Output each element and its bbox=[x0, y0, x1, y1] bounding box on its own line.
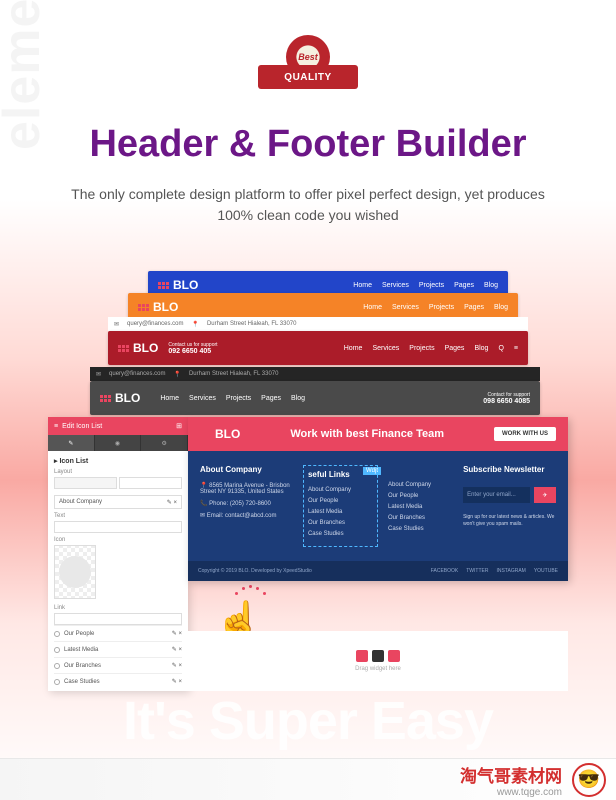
site-name: 淘气哥素材网 bbox=[460, 762, 562, 787]
drag-widget-area[interactable]: Drag widget here bbox=[188, 631, 568, 691]
footer-top-banner: BLO Work with best Finance Team WORK WIT… bbox=[188, 417, 568, 451]
work-with-us-button[interactable]: WORK WITH US bbox=[494, 427, 556, 441]
banner-text: Work with best Finance Team bbox=[290, 428, 444, 440]
add-widget-icon[interactable] bbox=[388, 650, 400, 662]
page-subtitle: The only complete design platform to off… bbox=[0, 184, 616, 226]
tab-content[interactable]: ✎ bbox=[48, 435, 95, 451]
header-preview-dark: BLO HomeServicesProjectsPagesBlog Contac… bbox=[90, 381, 540, 415]
layout-label: Layout bbox=[54, 469, 182, 475]
quality-badge: Best QUALITY bbox=[263, 35, 353, 105]
site-url: www.tqge.com bbox=[497, 787, 562, 798]
editor-tabs: ✎ ◉ ⚙ bbox=[48, 435, 188, 451]
footer-col-subscribe: Subscribe Newsletter Enter your email...… bbox=[463, 465, 556, 547]
footer-col-links2: About Company Our People Latest Media Ou… bbox=[388, 465, 453, 547]
badge-ribbon-text: QUALITY bbox=[258, 65, 358, 89]
list-item[interactable]: Latest Media✎ × bbox=[54, 641, 182, 657]
nav-blue: HomeServicesProjectsPagesBlog bbox=[353, 282, 498, 289]
add-template-icon[interactable] bbox=[372, 650, 384, 662]
drag-label: Drag widget here bbox=[355, 666, 401, 672]
add-section-icon[interactable] bbox=[356, 650, 368, 662]
footer-bottom: Copyright © 2019 BLO. Developed by Xpeed… bbox=[188, 561, 568, 581]
list-item[interactable]: Our Branches✎ × bbox=[54, 657, 182, 673]
subscribe-button[interactable]: ✈ bbox=[534, 487, 556, 503]
item-select[interactable]: About Company✎ × bbox=[54, 495, 182, 509]
footer-preview: BLO Work with best Finance Team WORK WIT… bbox=[188, 417, 568, 581]
nav-dark: HomeServicesProjectsPagesBlog bbox=[160, 395, 305, 402]
logo-dark: BLO bbox=[100, 391, 140, 405]
email-input[interactable]: Enter your email... bbox=[463, 487, 530, 503]
site-attribution-bar: 淘气哥素材网 www.tqge.com 😎 bbox=[0, 758, 616, 800]
header-preview-red: BLO Contact us for support092 6650 405 H… bbox=[108, 331, 528, 365]
page-title: Header & Footer Builder bbox=[0, 123, 616, 166]
header-red-topbar: ✉query@finances.com📍Durham Street Hialea… bbox=[108, 317, 528, 331]
icon-preview[interactable] bbox=[59, 556, 91, 588]
nav-orange: HomeServicesProjectsPagesBlog bbox=[363, 304, 508, 311]
footer-col-links-editing[interactable]: Wdjt seful Links About Company Our Peopl… bbox=[303, 465, 378, 547]
list-item[interactable]: Our People✎ × bbox=[54, 625, 182, 641]
editor-header: ≡Edit Icon List⊞ bbox=[48, 417, 188, 435]
text-input[interactable] bbox=[54, 521, 182, 533]
mascot-icon: 😎 bbox=[572, 763, 606, 797]
footer-col-about: About Company 📍 8565 Marina Avenue - Bri… bbox=[200, 465, 293, 547]
tab-style[interactable]: ◉ bbox=[95, 435, 142, 451]
elementor-editor-panel: ≡Edit Icon List⊞ ✎ ◉ ⚙ ▸ Icon List Layou… bbox=[48, 417, 188, 691]
logo-red: BLO bbox=[118, 341, 158, 355]
list-item[interactable]: Case Studies✎ × bbox=[54, 673, 182, 689]
logo-blue: BLO bbox=[158, 278, 198, 292]
super-easy-text: It's Super Easy bbox=[0, 690, 616, 752]
header-dark-topbar: ✉query@finances.com📍Durham Street Hialea… bbox=[90, 367, 540, 381]
tab-advanced[interactable]: ⚙ bbox=[141, 435, 188, 451]
link-input[interactable] bbox=[54, 613, 182, 625]
logo-orange: BLO bbox=[138, 300, 178, 314]
nav-red: HomeServicesProjectsPagesBlogQ≡ bbox=[344, 345, 518, 352]
